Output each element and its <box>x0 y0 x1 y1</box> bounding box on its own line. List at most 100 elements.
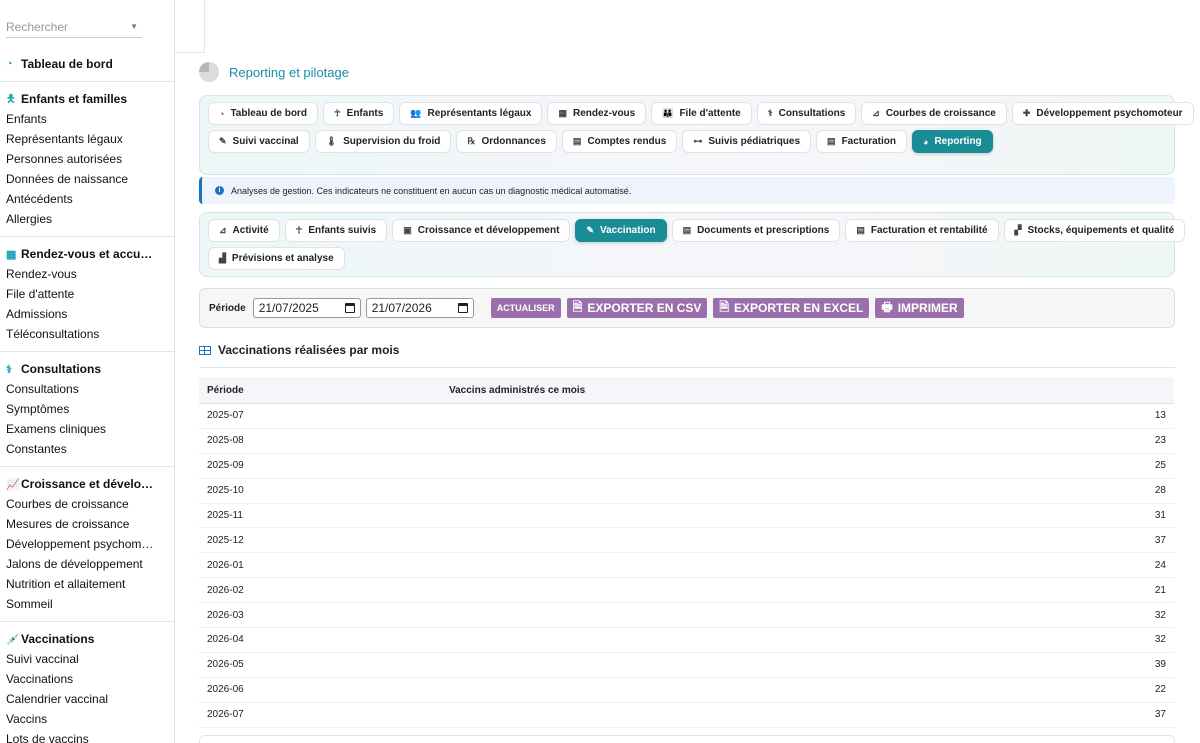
puzzle-icon: ✚ <box>1022 108 1031 118</box>
sidebar-item[interactable]: Admissions <box>0 304 174 324</box>
calendar-icon[interactable] <box>457 303 468 313</box>
column-header-count: Vaccins administrés ce mois <box>449 384 586 396</box>
sidebar-item[interactable]: Calendrier vaccinal <box>0 689 174 709</box>
table-row: 2026-07 37 <box>199 703 1174 728</box>
tab-tableau-de-bord[interactable]: ◔ Tableau de bord <box>208 102 318 125</box>
search-placeholder: Rechercher <box>6 20 69 34</box>
cell-count: 31 <box>1154 510 1166 521</box>
tab-représentants-légaux[interactable]: 👥 Représentants légaux <box>399 102 543 125</box>
sidebar-item[interactable]: Données de naissance <box>0 169 174 189</box>
search-select[interactable]: Rechercher ▼ <box>6 16 142 38</box>
tab-enfants-suivis[interactable]: ☥ Enfants suivis <box>284 219 388 242</box>
tab-facturation[interactable]: ▤ Facturation <box>816 130 908 153</box>
date-from-input[interactable]: 21/07/2025 <box>252 298 361 318</box>
cell-count: 32 <box>1154 609 1166 621</box>
tab-label: Croissance et développement <box>417 225 560 236</box>
sidebar-item[interactable]: Personnes autorisées <box>0 149 174 169</box>
sidebar-item[interactable]: Sommeil <box>0 594 174 614</box>
refresh-button[interactable]: ACTUALISER <box>490 298 561 318</box>
sidebar-item[interactable]: Mesures de croissance <box>0 514 174 534</box>
cell-period: 2026-05 <box>207 659 244 671</box>
sidebar-item[interactable]: Allergies <box>0 209 174 229</box>
tab-rendez-vous[interactable]: ▦ Rendez-vous <box>547 102 647 125</box>
sidebar-item[interactable]: Antécédents <box>0 189 174 209</box>
cell-period: 2025-08 <box>207 435 244 447</box>
sidebar-group-header[interactable]: 🯅 Enfants et familles <box>0 89 174 109</box>
report-tabs: ⊿ Activité ☥ Enfants suivis ▣ Croissance et d… <box>199 212 1186 277</box>
tab-activité[interactable]: ⊿ Activité <box>208 219 280 242</box>
tab-courbes-de-croissance[interactable]: ⊿ Courbes de croissance <box>861 102 1007 125</box>
cell-period: 2025-12 <box>207 534 244 546</box>
sidebar-item[interactable]: Représentants légaux <box>0 129 174 149</box>
sidebar-item[interactable]: Nutrition et allaitement <box>0 574 174 594</box>
tab-reporting[interactable]: ◕ Reporting <box>912 130 993 153</box>
sidebar-item[interactable]: Consultations <box>0 379 174 399</box>
sidebar-group-header[interactable]: ▦ Rendez-vous et accu… <box>0 244 174 264</box>
module-tabs: ◔ Tableau de bord ☥ Enfants 👥 Représentants l… <box>199 95 1194 175</box>
sidebar-item[interactable]: Symptômes <box>0 399 174 419</box>
tab-croissance-et-développement[interactable]: ▣ Croissance et développement <box>392 219 571 242</box>
column-header-period: Période <box>207 384 244 396</box>
cell-period: 2026-07 <box>207 709 244 721</box>
tab-label: File d'attente <box>679 108 741 119</box>
tab-label: Enfants <box>346 108 384 119</box>
divider <box>199 367 1175 368</box>
sidebar-item[interactable]: Enfants <box>0 109 174 129</box>
child-icon: ☥ <box>295 225 303 235</box>
tab-ordonnances[interactable]: ℞ Ordonnances <box>456 130 557 153</box>
print-button[interactable]: 🖶 IMPRIMER <box>875 298 964 318</box>
chevron-down-icon[interactable]: ▼ <box>130 16 138 38</box>
cell-count: 37 <box>1154 709 1166 721</box>
sidebar-divider <box>0 236 174 237</box>
tab-label: Courbes de croissance <box>885 108 996 119</box>
chart-area-icon: ▟ <box>219 253 226 263</box>
tab-développement-psychomoteur[interactable]: ✚ Développement psychomoteur <box>1011 102 1194 125</box>
tab-consultations[interactable]: ⚕ Consultations <box>756 102 857 125</box>
sidebar-item[interactable]: Vaccinations <box>0 669 174 689</box>
sidebar-item[interactable]: File d'attente <box>0 284 174 304</box>
tab-label: Représentants légaux <box>427 108 532 119</box>
calendar-icon[interactable] <box>344 303 355 313</box>
cell-count: 23 <box>1154 435 1166 447</box>
sidebar-item[interactable]: Téléconsultations <box>0 324 174 344</box>
sidebar: Rechercher ▼ ◔ Tableau de bord 🯅 Enfants et… <box>0 0 175 743</box>
pie-chart-icon <box>199 62 219 82</box>
tab-stocks-équipements-et-qualité[interactable]: ▞ Stocks, équipements et qualité <box>1003 219 1186 242</box>
sidebar-item[interactable]: Développement psychom… <box>0 534 174 554</box>
tab-file-d-attente[interactable]: 👪 File d'attente <box>651 102 752 125</box>
sidebar-item[interactable]: Rendez-vous <box>0 264 174 284</box>
people-queue-icon: 👪 <box>662 108 674 118</box>
tab-prévisions-et-analyse[interactable]: ▟ Prévisions et analyse <box>208 247 345 270</box>
sidebar-group-header[interactable]: 📈 Croissance et dévelo… <box>0 474 174 494</box>
tab-vaccination[interactable]: ✎ Vaccination <box>575 219 667 242</box>
tab-supervision-du-froid[interactable]: 🌡 Supervision du froid <box>314 130 452 153</box>
export-excel-button[interactable]: 🗎 EXPORTER EN EXCEL <box>713 298 870 318</box>
calendar-icon: ▦ <box>6 248 17 261</box>
sidebar-group-header[interactable]: 💉 Vaccinations <box>0 629 174 649</box>
tab-documents-et-prescriptions[interactable]: ▤ Documents et prescriptions <box>671 219 841 242</box>
sidebar-item[interactable]: Courbes de croissance <box>0 494 174 514</box>
tab-label: Suivi vaccinal <box>232 136 299 147</box>
file-csv-icon: 🗎 <box>572 299 583 314</box>
export-csv-button[interactable]: 🗎 EXPORTER EN CSV <box>566 298 708 318</box>
tab-enfants[interactable]: ☥ Enfants <box>322 102 395 125</box>
sidebar-item[interactable]: Jalons de développement <box>0 554 174 574</box>
sidebar-group-header[interactable]: ◔ Tableau de bord <box>0 54 174 74</box>
date-to-input[interactable]: 21/07/2026 <box>365 298 474 318</box>
export-excel-label: EXPORTER EN EXCEL <box>734 301 864 315</box>
tab-comptes-rendus[interactable]: ▤ Comptes rendus <box>561 130 678 153</box>
sidebar-item[interactable]: Constantes <box>0 439 174 459</box>
table-row: 2026-06 22 <box>199 678 1174 703</box>
tab-suivi-vaccinal[interactable]: ✎ Suivi vaccinal <box>208 130 310 153</box>
tab-label: Tableau de bord <box>230 108 307 119</box>
sidebar-item[interactable]: Lots de vaccins <box>0 729 174 743</box>
sidebar-item[interactable]: Suivi vaccinal <box>0 649 174 669</box>
tab-facturation-et-rentabilité[interactable]: ▤ Facturation et rentabilité <box>845 219 999 242</box>
section-title: Vaccinations réalisées par mois <box>218 343 400 357</box>
sidebar-item[interactable]: Vaccins <box>0 709 174 729</box>
sidebar-item[interactable]: Examens cliniques <box>0 419 174 439</box>
tab-suivis-pédiatriques[interactable]: ⊶ Suivis pédiatriques <box>682 130 812 153</box>
cell-count: 37 <box>1154 534 1166 546</box>
tab-label: Ordonnances <box>481 136 546 147</box>
sidebar-group-header[interactable]: ⚕ Consultations <box>0 359 174 379</box>
